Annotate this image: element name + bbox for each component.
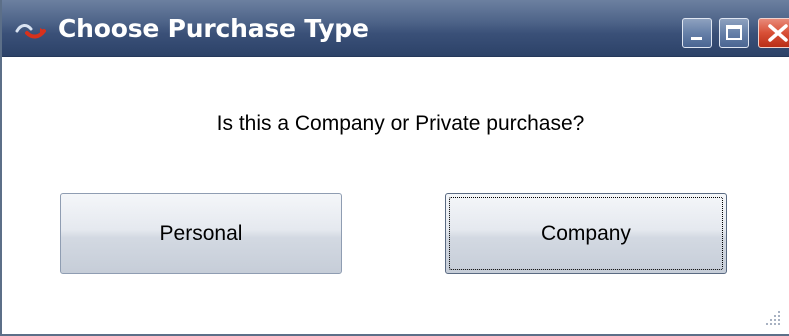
maximize-button[interactable] <box>719 18 749 48</box>
title-bar[interactable]: Choose Purchase Type <box>2 0 789 57</box>
personal-button[interactable]: Personal <box>60 193 342 274</box>
window-title: Choose Purchase Type <box>58 14 369 43</box>
purchase-type-prompt: Is this a Company or Private purchase? <box>216 112 585 135</box>
minimize-button[interactable] <box>682 18 712 48</box>
purchase-type-dialog: Choose Purchase Type Is this a Company o… <box>0 0 789 336</box>
company-button[interactable]: Company <box>445 193 727 274</box>
close-button[interactable] <box>758 18 789 48</box>
minimize-icon <box>691 37 702 40</box>
resize-grip-icon[interactable] <box>763 308 783 328</box>
app-logo-icon <box>15 21 47 41</box>
close-icon <box>768 24 788 42</box>
maximize-icon <box>726 25 742 40</box>
